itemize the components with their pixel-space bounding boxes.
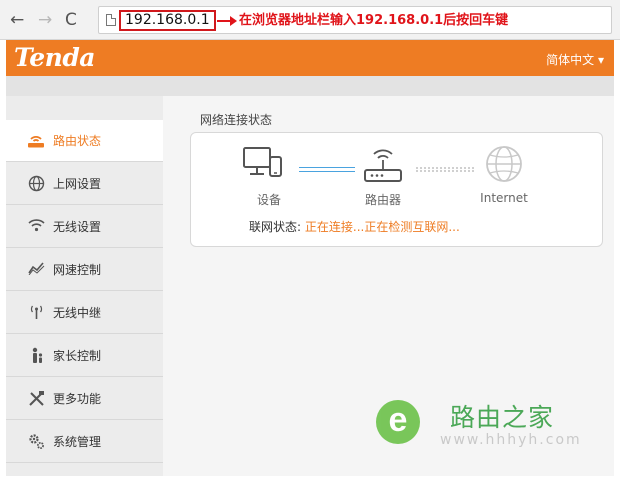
sidebar-item-label: 系统管理	[53, 435, 102, 449]
sidebar-item-label: 无线中继	[53, 306, 102, 320]
watermark-logo-icon	[376, 400, 420, 444]
tenda-logo: Tenda	[14, 43, 96, 72]
sidebar-item-more-features[interactable]: 更多功能	[6, 378, 163, 420]
sidebar-item-internet-settings[interactable]: 上网设置	[6, 163, 163, 205]
wifi-icon	[26, 218, 46, 236]
panel-title: 网络连接状态	[200, 113, 273, 127]
router-label: 路由器	[364, 193, 401, 207]
router-device-icon	[361, 145, 405, 186]
router-status-icon	[26, 132, 46, 150]
sub-header-band	[6, 76, 614, 96]
sidebar-item-label: 无线设置	[53, 220, 102, 234]
connection-status-card: 设备 路由器 Internet 联网状态: 正在连接...正在检测互联网...	[190, 132, 603, 247]
sidebar-item-wireless-repeater[interactable]: 无线中继	[6, 292, 163, 334]
language-label: 简体中文	[546, 53, 595, 67]
sidebar: 路由状态 上网设置 无线设置 网速控制 无线中继 家长控制 更多功能 系统管理	[6, 96, 163, 476]
sidebar-item-label: 更多功能	[53, 392, 102, 406]
sidebar-item-label: 路由状态	[53, 134, 102, 148]
sidebar-item-label: 网速控制	[53, 263, 102, 277]
arrow-icon	[217, 16, 237, 26]
internet-label: Internet	[480, 191, 528, 205]
url-text[interactable]: 192.168.0.1	[119, 10, 216, 31]
tools-icon	[26, 390, 46, 408]
sidebar-item-label: 上网设置	[53, 177, 102, 191]
gears-icon	[26, 433, 46, 451]
router-header: Tenda 简体中文 ▾	[6, 40, 614, 76]
antenna-icon	[26, 304, 46, 322]
sidebar-item-label: 家长控制	[53, 349, 102, 363]
address-bar[interactable]: 192.168.0.1 在浏览器地址栏输入192.168.0.1后按回车键	[98, 6, 612, 34]
sidebar-item-wireless-settings[interactable]: 无线设置	[6, 206, 163, 248]
watermark-name: 路由之家	[450, 403, 555, 432]
internet-globe-icon	[485, 145, 523, 186]
watermark-url: www.hhhyh.com	[440, 432, 582, 448]
computer-device-icon	[243, 147, 283, 184]
reload-icon[interactable]: C	[65, 10, 77, 30]
status-value: 正在连接...正在检测互联网...	[304, 220, 460, 234]
back-arrow-icon[interactable]: ←	[10, 10, 24, 30]
disconnected-line	[416, 167, 474, 172]
parent-child-icon	[26, 347, 46, 365]
status-label: 联网状态:	[249, 220, 302, 234]
sidebar-item-router-status[interactable]: 路由状态	[6, 120, 163, 162]
connected-line	[299, 167, 355, 172]
sidebar-item-speed-control[interactable]: 网速控制	[6, 249, 163, 291]
browser-toolbar: ← → C 192.168.0.1 在浏览器地址栏输入192.168.0.1后按…	[0, 0, 620, 40]
language-selector[interactable]: 简体中文 ▾	[546, 51, 604, 68]
speed-chart-icon	[26, 261, 46, 279]
sidebar-item-parental-control[interactable]: 家长控制	[6, 335, 163, 377]
page-icon	[106, 14, 116, 26]
instruction-annotation: 在浏览器地址栏输入192.168.0.1后按回车键	[239, 13, 509, 28]
chevron-down-icon: ▾	[597, 53, 604, 67]
device-label: 设备	[256, 193, 281, 207]
forward-arrow-icon[interactable]: →	[38, 10, 52, 30]
sidebar-item-system-management[interactable]: 系统管理	[6, 421, 163, 463]
connection-status: 联网状态: 正在连接...正在检测互联网...	[249, 218, 460, 235]
globe-icon	[26, 175, 46, 193]
